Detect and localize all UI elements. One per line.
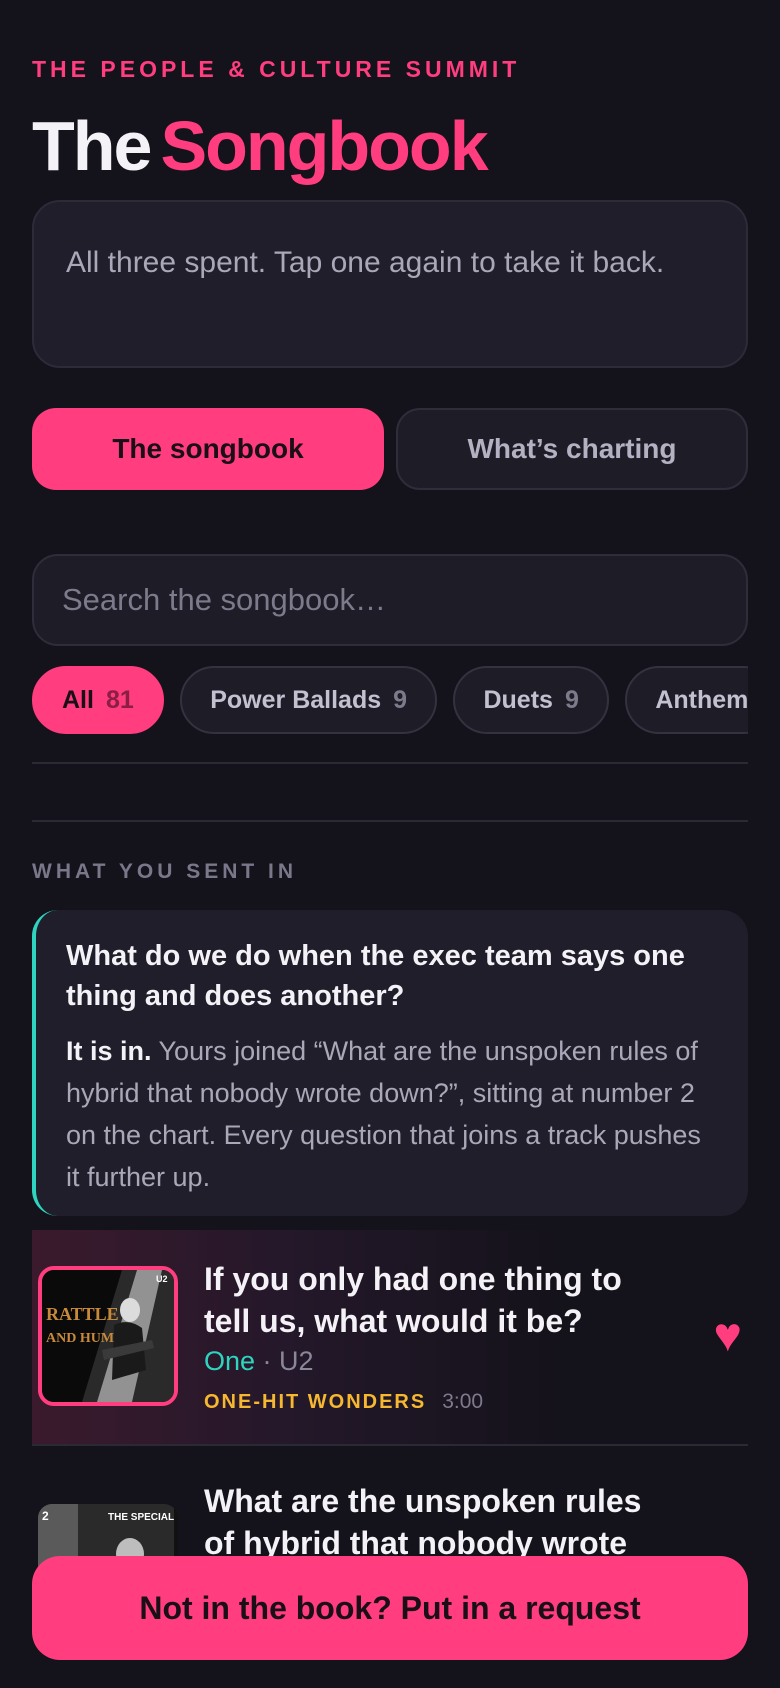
sent-status: It is in. Yours joined “What are the uns…	[66, 1030, 718, 1198]
page-title-part1: The	[32, 107, 152, 185]
track-artist: U2	[279, 1346, 314, 1376]
song-row[interactable]: RATTLE AND HUM U2 If you only had one th…	[32, 1230, 748, 1444]
album-cover-title: THE SPECIALS	[108, 1512, 174, 1523]
album-cover-art: RATTLE AND HUM U2	[42, 1270, 174, 1402]
filter-chip-count: 9	[564, 685, 579, 714]
filter-chip-label: Duets	[483, 685, 553, 714]
filter-chips: All 81 Power Ballads 9 Duets 9 Anthem	[32, 666, 748, 736]
filter-chip-label: All	[62, 685, 94, 714]
album-cover-number: 2	[42, 1509, 49, 1523]
page-title-part2: Songbook	[160, 107, 488, 185]
track-name: One	[204, 1346, 256, 1376]
filter-chip-count: 9	[393, 685, 408, 714]
filter-chip-label: Power Ballads	[210, 685, 382, 714]
request-button[interactable]: Not in the book? Put in a request	[32, 1556, 748, 1660]
filter-chip-duets[interactable]: Duets 9	[453, 666, 609, 734]
filter-chip-all[interactable]: All 81	[32, 666, 164, 734]
sent-status-body: Yours joined “What are the unspoken rule…	[66, 1036, 701, 1192]
genre-badge: ONE-HIT WONDERS	[204, 1391, 427, 1413]
songbook-screen: THE PEOPLE & CULTURE SUMMIT The Songbook …	[0, 0, 780, 1688]
sent-status-lead: It is in.	[66, 1036, 152, 1066]
album-cover-subtitle: AND HUM	[46, 1331, 114, 1346]
filter-chip-count: 81	[105, 685, 134, 714]
song-duration: 3:00	[442, 1390, 484, 1413]
sent-question-card: What do we do when the exec team says on…	[32, 910, 748, 1216]
album-cover: RATTLE AND HUM U2	[38, 1266, 178, 1406]
song-meta: ONE-HIT WONDERS 3:00	[204, 1390, 483, 1414]
album-cover-title: RATTLE	[46, 1304, 119, 1324]
song-question: If you only had one thing to tell us, wh…	[204, 1261, 622, 1339]
event-eyebrow: THE PEOPLE & CULTURE SUMMIT	[32, 56, 521, 82]
votes-notice: All three spent. Tap one again to take i…	[32, 200, 748, 368]
filter-chip-power-ballads[interactable]: Power Ballads 9	[180, 666, 438, 734]
page-title: The Songbook	[32, 104, 489, 188]
divider	[32, 762, 748, 764]
tab-songbook[interactable]: The songbook	[32, 408, 384, 490]
track-separator: ·	[255, 1346, 280, 1376]
heart-icon[interactable]: ♥	[714, 1308, 743, 1363]
song-track-line: One · U2	[204, 1346, 314, 1377]
filter-chip-anthems[interactable]: Anthem	[625, 666, 748, 734]
tab-whats-charting[interactable]: What’s charting	[396, 408, 748, 490]
sent-question: What do we do when the exec team says on…	[66, 940, 685, 1012]
search-input[interactable]	[32, 554, 748, 646]
section-label-sent: WHAT YOU SENT IN	[32, 860, 298, 883]
divider	[32, 820, 748, 822]
filter-chip-label: Anthem	[655, 685, 748, 714]
album-cover-artist: U2	[156, 1274, 168, 1284]
